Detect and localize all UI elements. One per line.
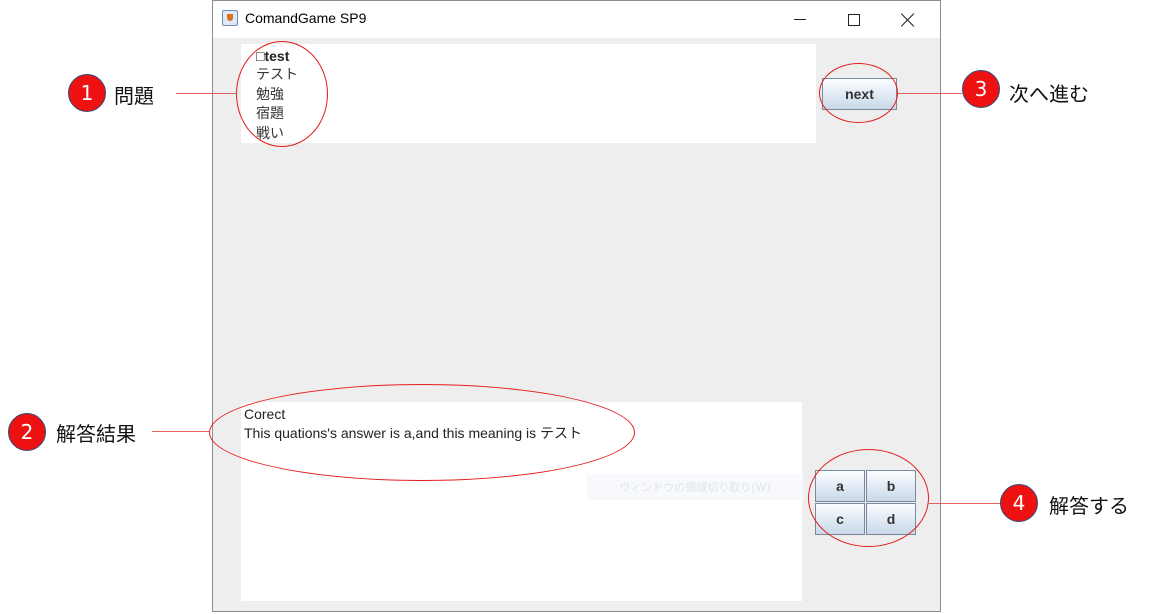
maximize-button[interactable]	[831, 1, 877, 38]
close-icon	[901, 13, 915, 27]
leader-line	[152, 431, 209, 432]
window-title: ComandGame SP9	[245, 10, 367, 26]
annotation-badge-1: 1	[68, 74, 106, 112]
question-highlight-ellipse	[236, 41, 328, 147]
annotation-label-result: 解答結果	[56, 422, 136, 446]
annotation-label-question: 問題	[114, 84, 154, 108]
annotation-label-answer: 解答する	[1049, 494, 1129, 518]
title-bar[interactable]: ComandGame SP9	[213, 1, 940, 38]
minimize-icon	[794, 19, 806, 20]
choices-highlight-ellipse	[808, 449, 929, 547]
result-highlight-ellipse	[209, 384, 635, 481]
leader-line	[929, 503, 1001, 504]
annotation-badge-3: 3	[962, 70, 1000, 108]
leader-line	[898, 93, 962, 94]
annotation-badge-4: 4	[1000, 484, 1038, 522]
close-button[interactable]	[885, 1, 931, 38]
maximize-icon	[848, 13, 860, 26]
minimize-button[interactable]	[777, 1, 823, 38]
annotation-badge-2: 2	[8, 413, 46, 451]
next-highlight-ellipse	[819, 63, 898, 123]
java-app-icon	[222, 10, 238, 26]
annotation-label-next: 次へ進む	[1009, 82, 1089, 106]
leader-line	[176, 93, 237, 94]
ghost-tooltip: ウィンドウの領域切り取り(W)	[587, 474, 803, 500]
